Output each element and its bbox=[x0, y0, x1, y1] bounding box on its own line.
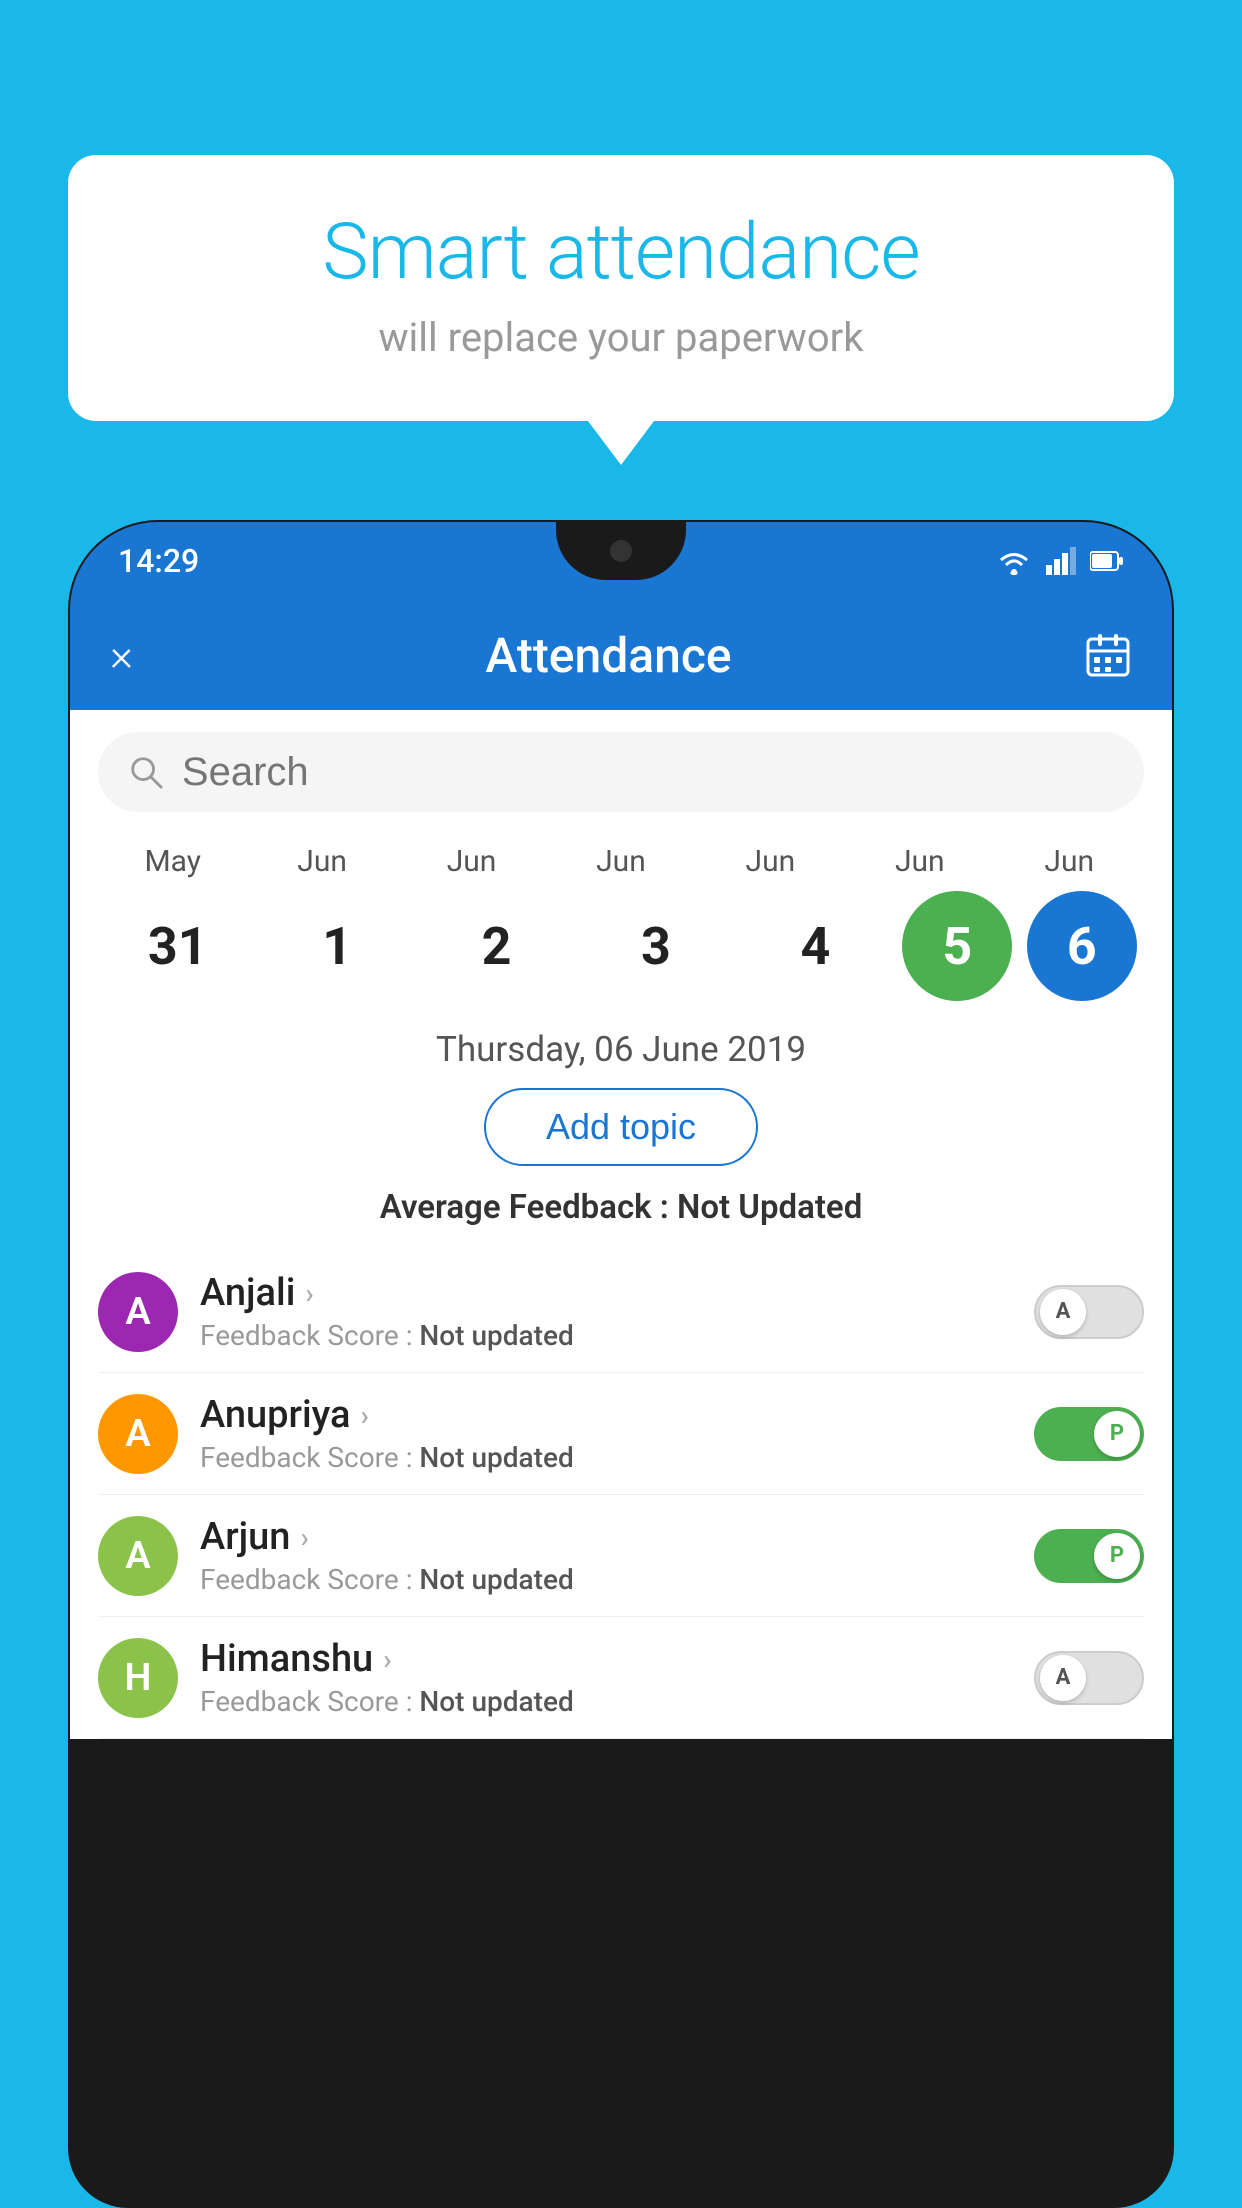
cal-day-2[interactable]: 2 bbox=[424, 896, 569, 996]
battery-icon bbox=[1090, 550, 1124, 572]
bubble-title: Smart attendance bbox=[128, 210, 1114, 296]
feedback-score-arjun: Feedback Score : Not updated bbox=[200, 1563, 1012, 1596]
toggle-switch-himanshu[interactable]: A bbox=[1034, 1651, 1144, 1705]
average-feedback: Average Feedback : Not Updated bbox=[70, 1188, 1172, 1227]
student-name-anjali: Anjali › bbox=[200, 1271, 1012, 1315]
calendar-months-row: May Jun Jun Jun Jun Jun Jun bbox=[98, 844, 1144, 879]
camera bbox=[610, 540, 632, 562]
phone-frame: 14:29 bbox=[68, 520, 1174, 2208]
search-icon bbox=[128, 753, 164, 791]
student-info-anupriya: Anupriya › Feedback Score : Not updated bbox=[200, 1393, 1012, 1474]
speech-bubble: Smart attendance will replace your paper… bbox=[68, 155, 1174, 421]
bubble-subtitle: will replace your paperwork bbox=[128, 314, 1114, 361]
student-item-himanshu[interactable]: H Himanshu › Feedback Score : Not update… bbox=[98, 1617, 1144, 1739]
cal-month-6: Jun bbox=[997, 844, 1142, 879]
student-item-arjun[interactable]: A Arjun › Feedback Score : Not updated P bbox=[98, 1495, 1144, 1617]
toggle-switch-arjun[interactable]: P bbox=[1034, 1529, 1144, 1583]
toggle-thumb-arjun: P bbox=[1094, 1533, 1140, 1579]
cal-day-5[interactable]: 5 bbox=[902, 891, 1012, 1001]
app-bar-title: Attendance bbox=[485, 627, 731, 684]
avg-feedback-label: Average Feedback : bbox=[380, 1188, 677, 1227]
calendar-icon[interactable] bbox=[1084, 631, 1132, 679]
chevron-icon-anupriya: › bbox=[360, 1399, 368, 1432]
signal-icon bbox=[1046, 547, 1076, 575]
cal-month-3: Jun bbox=[548, 844, 693, 879]
cal-month-4: Jun bbox=[698, 844, 843, 879]
screen-content: May Jun Jun Jun Jun Jun Jun 31 1 2 3 4 5… bbox=[70, 710, 1172, 1739]
avg-feedback-value: Not Updated bbox=[677, 1188, 862, 1227]
wifi-icon bbox=[996, 547, 1032, 575]
cal-month-0: May bbox=[100, 844, 245, 879]
cal-day-3[interactable]: 3 bbox=[583, 896, 728, 996]
cal-day-31[interactable]: 31 bbox=[105, 896, 250, 996]
student-list: A Anjali › Feedback Score : Not updated … bbox=[70, 1251, 1172, 1739]
student-name-himanshu: Himanshu › bbox=[200, 1637, 1012, 1681]
avatar-himanshu: H bbox=[98, 1638, 178, 1718]
toggle-thumb-anupriya: P bbox=[1094, 1411, 1140, 1457]
phone-inner: 14:29 bbox=[70, 522, 1172, 2206]
search-input[interactable] bbox=[182, 750, 1114, 795]
chevron-icon-arjun: › bbox=[300, 1521, 308, 1554]
toggle-switch-anupriya[interactable]: P bbox=[1034, 1407, 1144, 1461]
toggle-thumb-anjali: A bbox=[1040, 1289, 1086, 1335]
feedback-score-anupriya: Feedback Score : Not updated bbox=[200, 1441, 1012, 1474]
cal-month-2: Jun bbox=[399, 844, 544, 879]
add-topic-button[interactable]: Add topic bbox=[484, 1088, 758, 1166]
student-item-anupriya[interactable]: A Anupriya › Feedback Score : Not update… bbox=[98, 1373, 1144, 1495]
status-time: 14:29 bbox=[118, 542, 199, 580]
toggle-anjali[interactable]: A bbox=[1034, 1285, 1144, 1339]
student-info-anjali: Anjali › Feedback Score : Not updated bbox=[200, 1271, 1012, 1352]
toggle-arjun[interactable]: P bbox=[1034, 1529, 1144, 1583]
student-info-arjun: Arjun › Feedback Score : Not updated bbox=[200, 1515, 1012, 1596]
status-icons bbox=[996, 547, 1124, 575]
avatar-anjali: A bbox=[98, 1272, 178, 1352]
notch bbox=[556, 522, 686, 580]
cal-month-5: Jun bbox=[847, 844, 992, 879]
toggle-switch-anjali[interactable]: A bbox=[1034, 1285, 1144, 1339]
chevron-icon-himanshu: › bbox=[383, 1643, 391, 1676]
calendar-strip: May Jun Jun Jun Jun Jun Jun 31 1 2 3 4 5… bbox=[70, 834, 1172, 1001]
selected-date: Thursday, 06 June 2019 bbox=[70, 1029, 1172, 1070]
calendar-days-row: 31 1 2 3 4 5 6 bbox=[98, 891, 1144, 1001]
feedback-score-anjali: Feedback Score : Not updated bbox=[200, 1319, 1012, 1352]
chevron-icon-anjali: › bbox=[305, 1277, 313, 1310]
toggle-himanshu[interactable]: A bbox=[1034, 1651, 1144, 1705]
student-item-anjali[interactable]: A Anjali › Feedback Score : Not updated … bbox=[98, 1251, 1144, 1373]
feedback-score-himanshu: Feedback Score : Not updated bbox=[200, 1685, 1012, 1718]
status-bar: 14:29 bbox=[70, 522, 1172, 600]
cal-month-1: Jun bbox=[250, 844, 395, 879]
student-name-anupriya: Anupriya › bbox=[200, 1393, 1012, 1437]
close-button[interactable]: × bbox=[110, 629, 133, 681]
student-info-himanshu: Himanshu › Feedback Score : Not updated bbox=[200, 1637, 1012, 1718]
student-name-arjun: Arjun › bbox=[200, 1515, 1012, 1559]
cal-day-6[interactable]: 6 bbox=[1027, 891, 1137, 1001]
app-bar: × Attendance bbox=[70, 600, 1172, 710]
search-bar[interactable] bbox=[98, 732, 1144, 812]
toggle-anupriya[interactable]: P bbox=[1034, 1407, 1144, 1461]
avatar-arjun: A bbox=[98, 1516, 178, 1596]
cal-day-1[interactable]: 1 bbox=[265, 896, 410, 996]
avatar-anupriya: A bbox=[98, 1394, 178, 1474]
speech-bubble-container: Smart attendance will replace your paper… bbox=[68, 155, 1174, 421]
toggle-thumb-himanshu: A bbox=[1040, 1655, 1086, 1701]
cal-day-4[interactable]: 4 bbox=[743, 896, 888, 996]
